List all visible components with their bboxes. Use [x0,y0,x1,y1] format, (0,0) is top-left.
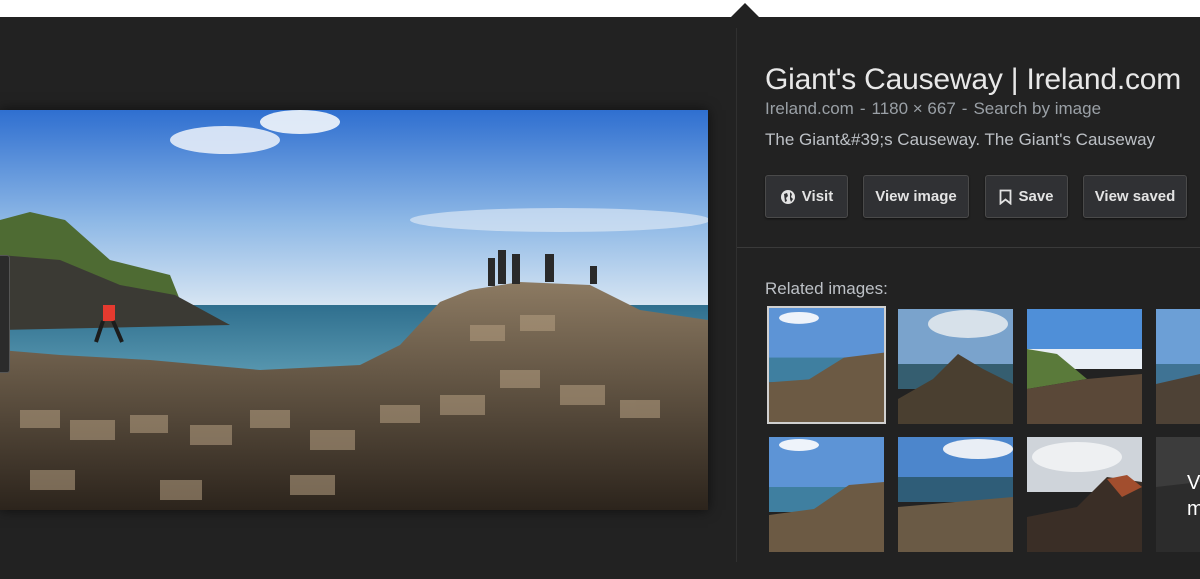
source-domain: Ireland.com [765,99,854,118]
visit-label: Visit [801,188,834,205]
globe-icon [780,189,796,205]
related-image-thumbnail[interactable] [898,309,1013,424]
related-images-label: Related images: [765,279,888,298]
view-saved-button[interactable]: View saved [1083,175,1187,218]
image-description: The Giant&#39;s Causeway. The Giant's Ca… [765,130,1156,149]
main-preview-image[interactable] [0,110,708,510]
thumbnail-image [898,437,1013,552]
preview-pointer-caret [731,3,759,17]
related-image-thumbnail[interactable] [1027,309,1142,424]
thumbnail-image [769,437,884,552]
results-strip [0,0,1200,17]
bookmark-icon [999,189,1012,205]
thumbnail-image [1027,437,1142,552]
related-image-thumbnail[interactable] [767,306,886,424]
thumbnail-image [898,309,1013,424]
thumbnail-image [769,308,884,422]
image-meta: Ireland.com -1180 × 667- Search by image [765,99,1102,118]
related-image-thumbnail[interactable] [898,437,1013,552]
image-dimensions: 1180 × 667 [871,99,956,118]
thumbnail-image [1027,309,1142,424]
save-button[interactable]: Save [985,175,1068,218]
view-more-related-link[interactable]: V m [1187,470,1200,522]
save-label: Save [1018,188,1054,205]
causeway-photo [0,110,708,510]
panel-divider [736,28,737,562]
related-image-thumbnail[interactable] [769,437,884,552]
visit-button[interactable]: Visit [765,175,848,218]
previous-image-handle[interactable] [0,255,10,373]
search-by-image-link[interactable]: Search by image [973,99,1101,118]
thumbnail-image [1156,309,1200,424]
image-title-link[interactable]: Giant's Causeway | Ireland.com [765,63,1181,97]
view-image-button[interactable]: View image [863,175,969,218]
section-divider [737,247,1200,248]
related-image-thumbnail[interactable] [1027,437,1142,552]
view-saved-label: View saved [1094,188,1176,205]
related-image-thumbnail[interactable] [1156,309,1200,424]
view-image-label: View image [875,188,957,205]
